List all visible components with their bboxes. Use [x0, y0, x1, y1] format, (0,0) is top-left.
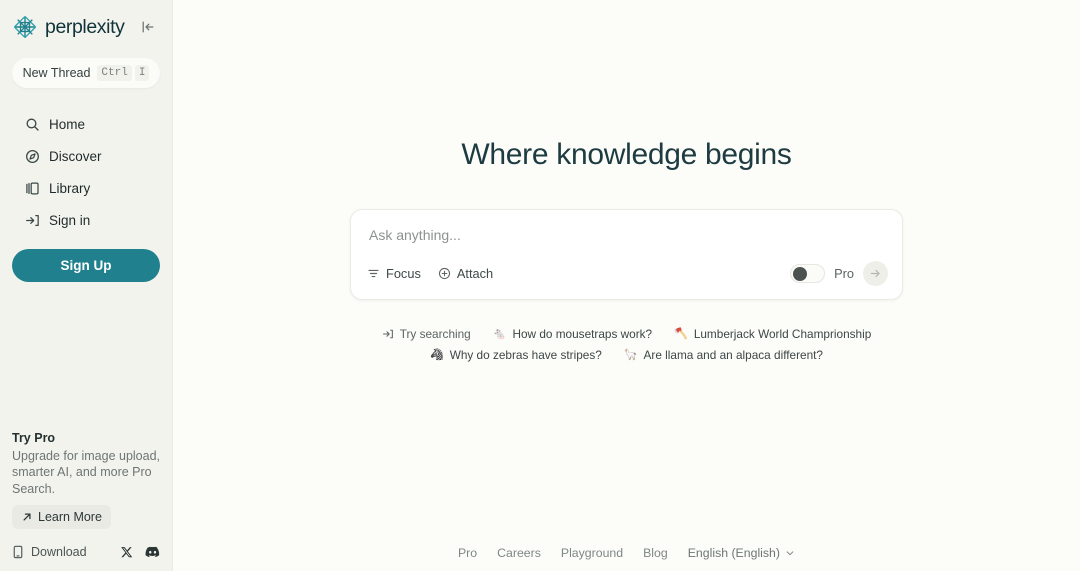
search-toolbar-right: Pro	[790, 261, 888, 286]
suggestion-mousetraps-label: How do mousetraps work?	[512, 327, 653, 341]
circle-plus-icon	[438, 267, 451, 280]
main-content: Where knowledge begins Focus	[173, 0, 1080, 571]
new-thread-shortcut: Ctrl I	[97, 65, 150, 81]
sidebar-item-library[interactable]: Library	[12, 172, 160, 204]
sidebar-item-home-label: Home	[49, 116, 86, 132]
mouse-icon: 🐁	[492, 327, 507, 340]
new-thread-label: New Thread	[22, 66, 91, 80]
language-selector[interactable]: English (English)	[688, 546, 795, 560]
suggestion-lumberjack-label: Lumberjack World Champrionship	[693, 327, 872, 341]
search-box: Focus Attach Pro	[350, 209, 903, 300]
filter-icon	[367, 267, 380, 280]
sidebar-item-sign-in-label: Sign in	[49, 212, 91, 228]
mobile-phone-icon	[12, 545, 24, 559]
arrow-up-right-icon	[21, 511, 33, 523]
attach-label: Attach	[456, 266, 494, 281]
sidebar-nav: Home Discover Library Sign in	[12, 108, 160, 236]
social-links	[120, 546, 160, 559]
x-twitter-icon[interactable]	[120, 546, 133, 559]
chevron-down-icon	[785, 548, 795, 558]
try-pro-panel: Try Pro Upgrade for image upload, smarte…	[0, 430, 172, 529]
collapse-sidebar-icon[interactable]	[138, 17, 158, 37]
sidebar-bottom: Download	[0, 545, 172, 571]
footer-link-playground[interactable]: Playground	[561, 546, 623, 560]
footer-link-pro[interactable]: Pro	[458, 546, 477, 560]
brand-row: perplexity	[12, 14, 160, 40]
sidebar-item-home[interactable]: Home	[12, 108, 160, 140]
compass-icon	[24, 148, 40, 164]
brand[interactable]: perplexity	[12, 14, 125, 40]
suggestion-row-2: 🦓 Why do zebras have stripes? 🦙 Are llam…	[430, 348, 823, 362]
suggestion-zebras-label: Why do zebras have stripes?	[449, 348, 602, 362]
focus-label: Focus	[386, 266, 421, 281]
sidebar-item-discover[interactable]: Discover	[12, 140, 160, 172]
search-toolbar: Focus Attach Pro	[351, 261, 902, 299]
try-pro-title: Try Pro	[12, 430, 56, 445]
suggestion-zebras[interactable]: 🦓 Why do zebras have stripes?	[430, 348, 602, 362]
search-input[interactable]	[351, 210, 902, 243]
shortcut-key-i: I	[134, 65, 150, 81]
suggestion-mousetraps[interactable]: 🐁 How do mousetraps work?	[493, 327, 652, 341]
sidebar: perplexity New Thread Ctrl I Home Discov…	[0, 0, 173, 571]
suggestion-llama-alpaca-label: Are llama and an alpaca different?	[643, 348, 823, 362]
focus-button[interactable]: Focus	[367, 266, 421, 281]
sidebar-item-library-label: Library	[49, 180, 91, 196]
pro-toggle[interactable]	[790, 264, 826, 283]
footer-link-blog[interactable]: Blog	[643, 546, 668, 560]
arrow-into-bracket-icon	[382, 328, 394, 340]
learn-more-label: Learn More	[38, 510, 102, 524]
try-pro-description: Upgrade for image upload, smarter AI, an…	[12, 448, 161, 496]
sidebar-item-discover-label: Discover	[49, 148, 102, 164]
suggestion-row-1: Try searching 🐁 How do mousetraps work? …	[382, 327, 871, 341]
app-root: perplexity New Thread Ctrl I Home Discov…	[0, 0, 1080, 571]
axe-icon: 🪓	[674, 327, 688, 340]
sidebar-top: perplexity New Thread Ctrl I Home Discov…	[0, 0, 172, 236]
page-title: Where knowledge begins	[461, 138, 792, 171]
try-searching-label: Try searching	[399, 327, 471, 341]
perplexity-snowflake-logo	[12, 14, 38, 40]
attach-button[interactable]: Attach	[438, 266, 493, 281]
sidebar-item-sign-in[interactable]: Sign in	[12, 204, 160, 236]
suggestion-llama-alpaca[interactable]: 🦙 Are llama and an alpaca different?	[624, 348, 823, 362]
download-label: Download	[31, 545, 87, 559]
sign-up-button[interactable]: Sign Up	[12, 249, 160, 282]
shortcut-key-ctrl: Ctrl	[97, 65, 132, 81]
learn-more-button[interactable]: Learn More	[12, 505, 111, 529]
new-thread-button[interactable]: New Thread Ctrl I	[12, 58, 160, 88]
try-searching-label-group: Try searching	[382, 327, 471, 341]
submit-button[interactable]	[863, 261, 888, 286]
pro-toggle-knob	[793, 266, 808, 281]
llama-icon: 🦙	[623, 348, 638, 361]
suggestion-lumberjack[interactable]: 🪓 Lumberjack World Champrionship	[674, 327, 871, 341]
suggestions: Try searching 🐁 How do mousetraps work? …	[347, 327, 907, 362]
brand-name: perplexity	[45, 15, 125, 38]
language-label: English (English)	[687, 546, 780, 560]
search-icon	[24, 116, 40, 132]
sign-in-icon	[24, 212, 40, 228]
pro-label: Pro	[834, 266, 854, 281]
search-toolbar-left: Focus Attach	[367, 266, 493, 281]
zebra-icon: 🦓	[429, 348, 444, 361]
footer-link-careers[interactable]: Careers	[497, 546, 541, 560]
download-link[interactable]: Download	[12, 545, 87, 559]
library-icon	[24, 180, 40, 196]
arrow-right-icon	[869, 267, 882, 280]
footer: Pro Careers Playground Blog English (Eng…	[173, 546, 1080, 560]
discord-icon[interactable]	[145, 546, 160, 558]
